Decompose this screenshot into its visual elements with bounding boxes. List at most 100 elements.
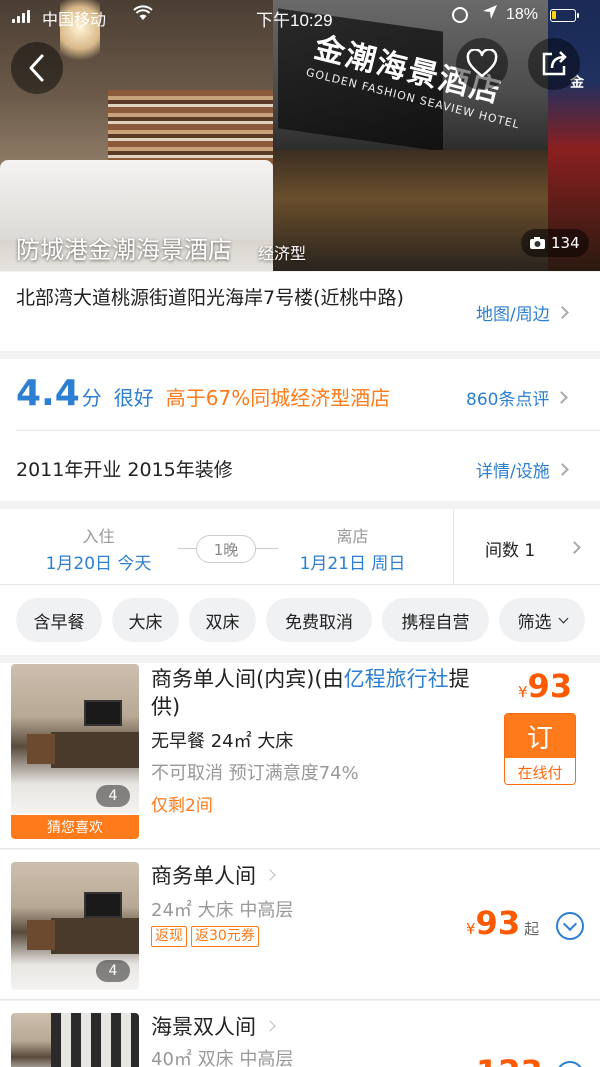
checkin-value: 1月20日 今天: [45, 554, 152, 574]
chevron-down-icon: [558, 613, 568, 623]
details-link-label: 详情/设施: [476, 462, 550, 482]
hotel-category: 经济型: [258, 244, 307, 263]
promo-tag: 返现: [151, 926, 187, 947]
reviews-link[interactable]: 860条点评: [466, 385, 569, 410]
chevron-right-icon: [264, 1020, 276, 1032]
address-section: 北部湾大道桃源街道阳光海岸7号楼(近桃中路) 地图/周边: [0, 272, 600, 351]
recommend-tag: 猜您喜欢: [11, 815, 139, 839]
room-photo-count: 4: [96, 960, 130, 982]
address-text: 北部湾大道桃源街道阳光海岸7号楼(近桃中路): [16, 287, 404, 309]
rotation-lock-icon: [452, 7, 468, 23]
hero-gallery[interactable]: 金潮海景酒店 GOLDEN FASHION SEAVIEW HOTEL 金 中国…: [0, 0, 600, 271]
photo-count: 134: [551, 234, 580, 252]
room-photo-count: 4: [96, 785, 130, 807]
filter-twin-bed[interactable]: 双床: [189, 598, 256, 642]
checkin-date[interactable]: 入住 1月20日 今天: [36, 523, 161, 574]
book-button[interactable]: 订 在线付: [504, 713, 576, 785]
room-title: 商务单人间: [151, 862, 276, 890]
room-title-text: 商务单人间: [151, 864, 256, 888]
back-button[interactable]: [11, 42, 63, 94]
checkout-label: 离店: [336, 527, 369, 546]
divider: [453, 509, 454, 585]
price-amount: 123: [476, 1053, 543, 1067]
price-amount: 93: [475, 904, 521, 942]
filter-more-label: 筛选: [517, 612, 552, 633]
wifi-icon: [133, 5, 153, 26]
rating-score: 4.4: [16, 373, 80, 414]
favorite-button[interactable]: [456, 38, 508, 90]
checkin-label: 入住: [82, 527, 115, 546]
room-price: ¥93 起: [466, 904, 539, 942]
chevron-right-icon: [568, 541, 581, 554]
map-link[interactable]: 地图/周边: [476, 300, 569, 325]
room-title: 商务单人间(内宾)(由亿程旅行社提供): [151, 665, 481, 721]
filter-bar: 含早餐 大床 双床 免费取消 携程自营 筛选: [0, 585, 600, 655]
room-title-prefix: 商务单人间(内宾)(由: [151, 667, 344, 691]
agency-link[interactable]: 亿程旅行社: [344, 667, 449, 691]
promo-tag: 返30元券: [191, 926, 259, 947]
rating-rank: 高于67%同城经济型酒店: [165, 386, 391, 410]
price-from-label: 起: [524, 920, 540, 938]
rating-unit: 分: [81, 386, 102, 410]
price-amount: 93: [527, 667, 573, 705]
date-selector: 入住 1月20日 今天 1晚 离店 1月21日 周日 间数 1: [0, 509, 600, 585]
battery-percent: 18%: [506, 6, 539, 23]
clock: 下午10:29: [256, 11, 333, 30]
filter-free-cancel[interactable]: 免费取消: [266, 598, 372, 642]
share-icon: [542, 51, 567, 76]
chevron-right-icon: [555, 306, 569, 319]
currency-symbol: ¥: [518, 683, 528, 701]
checkout-value: 1月21日 周日: [299, 554, 406, 574]
room-meta: 无早餐 24㎡ 大床: [151, 731, 294, 752]
battery-icon: [550, 9, 579, 22]
room-count[interactable]: 间数 1: [485, 536, 535, 561]
room-price: ¥93: [518, 667, 572, 705]
room-title-text: 海景双人间: [151, 1015, 256, 1039]
photo-count-badge[interactable]: 134: [521, 229, 589, 257]
open-renovation-info: 2011年开业 2015年装修: [16, 459, 233, 481]
camera-icon: [530, 237, 545, 249]
rating-word: 很好: [113, 386, 154, 410]
reviews-link-label: 860条点评: [466, 390, 550, 410]
heart-icon: [466, 49, 498, 78]
book-label: 订: [505, 714, 575, 758]
room-price: 123: [476, 1053, 543, 1067]
chevron-left-icon: [29, 54, 44, 82]
chevron-right-icon: [555, 391, 569, 404]
expand-chevron-icon[interactable]: [556, 1061, 584, 1067]
filter-more[interactable]: 筛选: [499, 598, 585, 642]
room-thumbnail[interactable]: [11, 1013, 139, 1067]
details-link[interactable]: 详情/设施: [476, 457, 569, 482]
rating-summary: 4.4 分 很好 高于67%同城经济型酒店: [16, 373, 390, 414]
hero-photo-facade: 金潮海景酒店 GOLDEN FASHION SEAVIEW HOTEL: [273, 0, 548, 271]
promo-tags: 返现 返30元券: [151, 924, 263, 947]
pay-online-label: 在线付: [505, 758, 575, 784]
currency-symbol: ¥: [466, 920, 476, 938]
filter-king-bed[interactable]: 大床: [112, 598, 179, 642]
room-meta: 24㎡ 大床 中高层: [151, 900, 294, 921]
map-link-label: 地图/周边: [476, 305, 550, 325]
filter-ctrip-self[interactable]: 携程自营: [382, 598, 489, 642]
nights-badge: 1晚: [196, 535, 256, 563]
chevron-right-icon: [555, 463, 569, 476]
divider: [16, 430, 600, 431]
room-item[interactable]: 4 猜您喜欢 商务单人间(内宾)(由亿程旅行社提供) 无早餐 24㎡ 大床 不可…: [0, 663, 600, 849]
checkout-date[interactable]: 离店 1月21日 周日: [290, 523, 415, 574]
room-title: 海景双人间: [151, 1013, 276, 1041]
chevron-right-icon: [264, 869, 276, 881]
expand-chevron-icon[interactable]: [556, 912, 584, 940]
room-policy: 不可取消 预订满意度74%: [151, 763, 359, 784]
location-arrow-icon: [482, 4, 498, 25]
room-meta: 40㎡ 双床 中高层: [151, 1049, 294, 1067]
room-stock: 仅剩2间: [151, 796, 213, 816]
share-button[interactable]: [528, 38, 580, 90]
hotel-detail-page: 金潮海景酒店 GOLDEN FASHION SEAVIEW HOTEL 金 中国…: [0, 0, 600, 1067]
status-bar: 中国移动 下午10:29 18%: [0, 0, 600, 32]
hotel-name: 防城港金潮海景酒店: [16, 236, 232, 264]
room-item[interactable]: 4 商务单人间 24㎡ 大床 中高层 返现 返30元券 ¥93 起: [0, 850, 600, 1000]
signal-icon: [12, 9, 30, 23]
rating-section: 4.4 分 很好 高于67%同城经济型酒店 860条点评 2011年开业 201…: [0, 359, 600, 501]
room-item[interactable]: 海景双人间 40㎡ 双床 中高层 123: [0, 1001, 600, 1067]
carrier-name: 中国移动: [42, 12, 107, 29]
filter-breakfast[interactable]: 含早餐: [16, 598, 102, 642]
